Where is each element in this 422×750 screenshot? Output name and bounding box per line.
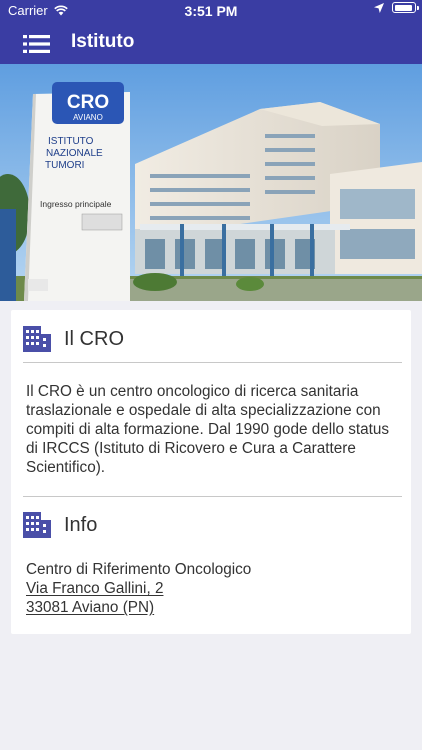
- status-right: [374, 2, 419, 13]
- institute-name: Centro di Riferimento Oncologico: [26, 561, 252, 578]
- address-block: Centro di Riferimento Oncologico Via Fra…: [26, 560, 401, 617]
- cro-description: Il CRO è un centro oncologico di ricerca…: [26, 383, 390, 476]
- section-title-info: Info: [64, 514, 98, 536]
- building-icon: [23, 326, 51, 352]
- section-header-cro: Il CRO: [11, 314, 411, 362]
- battery-icon: [392, 2, 419, 13]
- sign-line-2: NAZIONALE: [46, 148, 103, 159]
- page-title: Istituto: [71, 31, 135, 52]
- navigation-bar: Istituto: [0, 22, 422, 64]
- address-city-link[interactable]: 33081 Aviano (PN): [26, 599, 154, 616]
- sign-logo-top: CRO: [67, 92, 109, 113]
- status-bar: Carrier 3:51 PM: [0, 0, 422, 22]
- hospital-photo: CRO AVIANO ISTITUTO NAZIONALE TUMORI Ing…: [0, 64, 422, 301]
- sign-line-1: ISTITUTO: [48, 136, 94, 147]
- status-time: 3:51 PM: [184, 3, 238, 19]
- sign-logo-bottom: AVIANO: [73, 113, 103, 122]
- sign-line-3: TUMORI: [45, 160, 84, 171]
- menu-button[interactable]: [23, 33, 50, 55]
- section-divider: [23, 362, 402, 363]
- address-street-link[interactable]: Via Franco Gallini, 2: [26, 580, 163, 597]
- top-bar: Carrier 3:51 PM Istituto: [0, 0, 422, 64]
- building-icon: [23, 512, 51, 538]
- list-menu-icon: [23, 35, 50, 53]
- sign-entrance: Ingresso principale: [40, 199, 112, 209]
- location-arrow-icon: [374, 2, 384, 13]
- section-title-cro: Il CRO: [64, 328, 124, 350]
- section-header-info: Info: [11, 500, 411, 548]
- content-card: Il CRO Il CRO è un centro oncologico di …: [11, 310, 411, 634]
- section-divider: [23, 496, 402, 497]
